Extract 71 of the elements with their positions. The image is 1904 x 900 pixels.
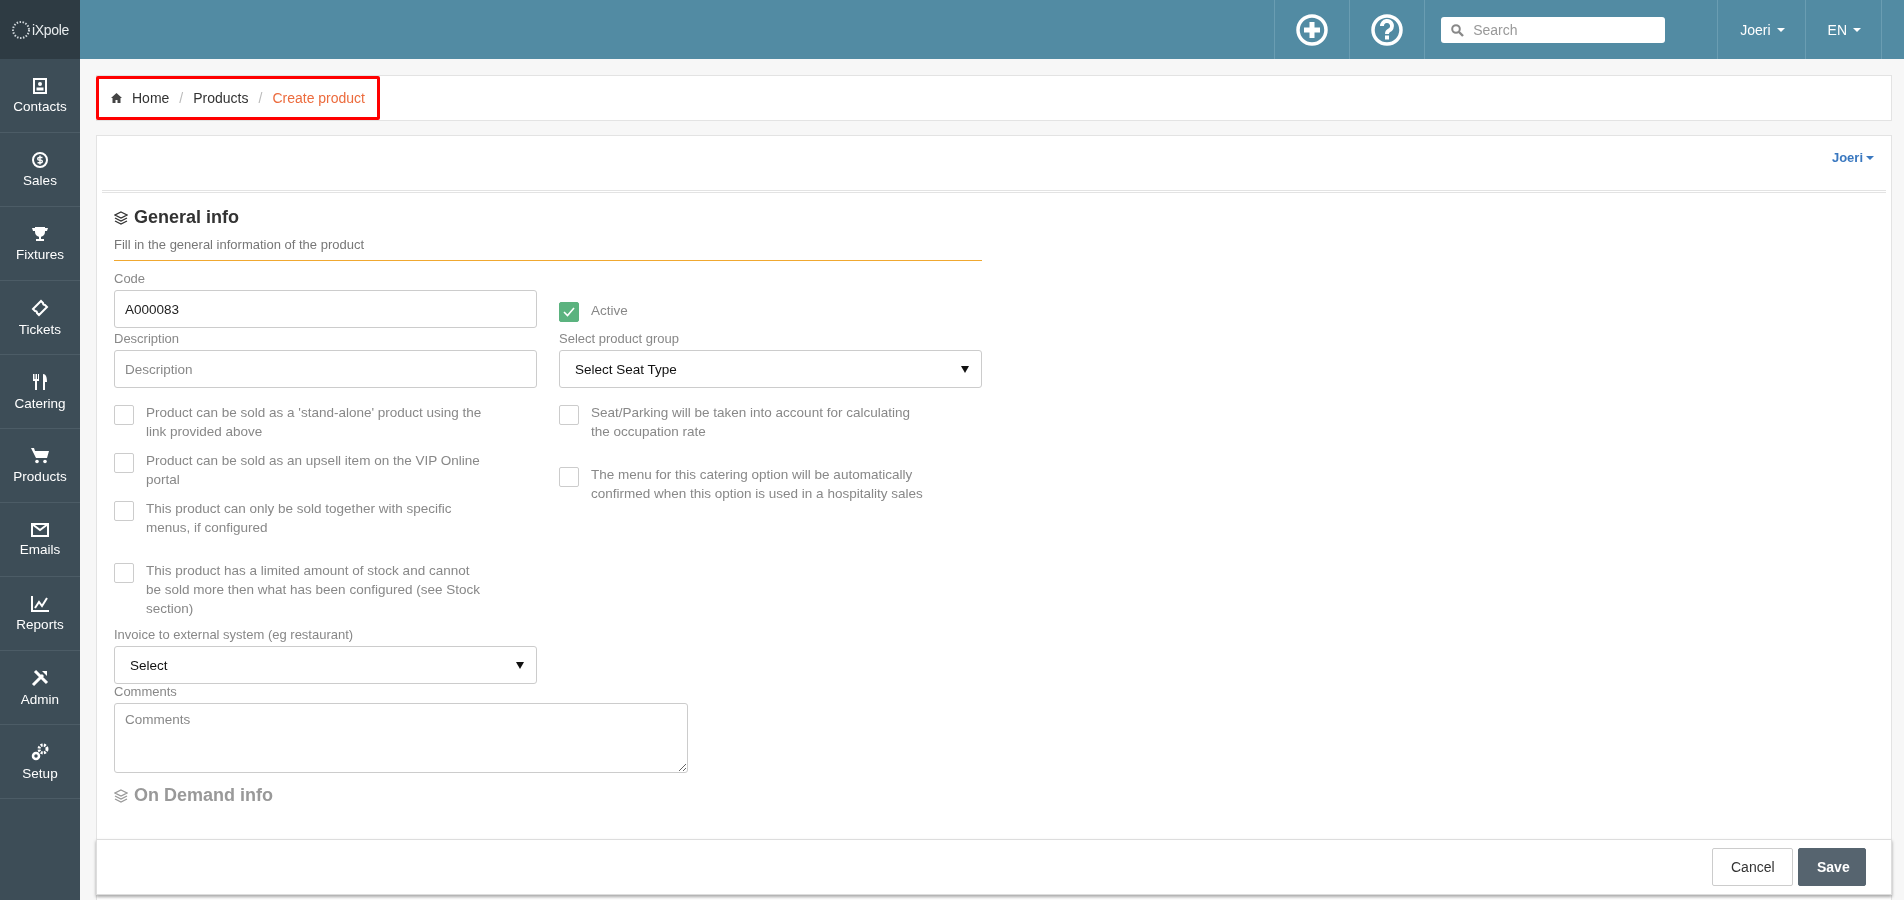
app-logo: iXpole xyxy=(31,21,70,38)
dropdown-arrow-icon xyxy=(961,365,969,373)
checkbox-label: Seat/Parking will be taken into account for calculating the occupation rate xyxy=(591,404,911,441)
checkbox[interactable] xyxy=(559,467,579,487)
home-icon xyxy=(111,93,122,103)
breadcrumb-link[interactable]: Home xyxy=(132,90,170,106)
caret-icon xyxy=(1866,155,1874,160)
search-field[interactable]: Search xyxy=(1441,16,1666,43)
breadcrumb-separator: / xyxy=(258,90,263,106)
section-subtitle: Fill in the general information of the product xyxy=(114,237,982,261)
user-menu[interactable]: Joeri xyxy=(1831,150,1874,165)
checkbox[interactable] xyxy=(114,453,134,473)
field-label: Invoice to external system (eg restaurant) xyxy=(114,627,355,642)
comments-field[interactable]: Comments xyxy=(114,703,688,773)
help-icon[interactable] xyxy=(1371,13,1404,46)
ticket-icon xyxy=(31,298,49,317)
checkbox[interactable] xyxy=(114,563,134,583)
checkbox-label: This product can only be sold together with specific menus, if configured xyxy=(146,500,453,537)
product-group-dropdown[interactable]: Select Seat Type xyxy=(559,350,982,388)
section-title: General info xyxy=(134,207,240,228)
trophy-icon xyxy=(31,225,49,242)
field-label: Code xyxy=(114,271,147,286)
check-icon xyxy=(563,307,575,317)
line-chart-icon xyxy=(31,595,49,612)
code-field[interactable]: A000083 xyxy=(114,290,537,328)
dollar-coin-icon xyxy=(32,151,48,168)
search-icon xyxy=(1451,23,1465,37)
description-field[interactable]: Description xyxy=(114,350,537,388)
sidebar-item[interactable]: Admin xyxy=(0,651,80,725)
add-icon[interactable] xyxy=(1296,13,1329,46)
user-menu[interactable]: Joeri xyxy=(1717,0,1805,59)
dropdown-arrow-icon xyxy=(516,661,524,669)
gears-icon xyxy=(31,742,49,761)
sidebar-item[interactable]: Sales xyxy=(0,133,80,207)
contact-card-icon xyxy=(33,77,47,94)
checkbox-label: This product has a limited amount of stock and cannot be sold more then what has been configured (see Stock section) xyxy=(146,562,481,618)
sidebar-item[interactable]: Contacts xyxy=(0,59,80,133)
sidebar-item[interactable]: Emails xyxy=(0,503,80,577)
checkbox-label: Product can be sold as a 'stand-alone' product using the link provided above xyxy=(146,404,483,441)
checkbox[interactable] xyxy=(114,405,134,425)
field-label: Description xyxy=(114,331,181,346)
breadcrumb-separator: / xyxy=(179,90,184,106)
language-menu[interactable]: EN xyxy=(1804,0,1881,59)
sidebar-item[interactable]: Reports xyxy=(0,577,80,651)
cancel-button[interactable]: Cancel xyxy=(1712,848,1793,886)
sidebar-item[interactable]: Products xyxy=(0,429,80,503)
cart-icon xyxy=(31,447,49,464)
breadcrumb-link[interactable]: Products xyxy=(193,90,249,106)
tools-icon xyxy=(31,668,49,687)
checkbox-label: Active xyxy=(591,302,628,320)
fork-knife-icon xyxy=(32,372,48,391)
checkbox[interactable] xyxy=(114,501,134,521)
logo-dots-icon xyxy=(10,19,31,40)
checkbox[interactable] xyxy=(559,302,579,322)
field-label: Select product group xyxy=(559,331,680,346)
caret-icon xyxy=(1853,27,1861,32)
checkbox[interactable] xyxy=(559,405,579,425)
sidebar-item[interactable]: Catering xyxy=(0,355,80,429)
invoice-dropdown[interactable]: Select xyxy=(114,646,537,684)
save-button[interactable]: Save xyxy=(1798,848,1866,886)
caret-icon xyxy=(1776,27,1785,32)
layers-icon xyxy=(114,210,128,225)
envelope-icon xyxy=(31,522,49,537)
field-label: Comments xyxy=(114,684,178,699)
sidebar-item[interactable]: Fixtures xyxy=(0,207,80,281)
layers-icon xyxy=(114,788,128,803)
sidebar-item[interactable]: Setup xyxy=(0,725,80,799)
checkbox-label: The menu for this catering option will be automatically confirmed when this option is used in a hospitality sales xyxy=(591,466,924,503)
sidebar-item[interactable]: Tickets xyxy=(0,281,80,355)
section-title: On Demand info xyxy=(134,785,273,806)
checkbox-label: Product can be sold as an upsell item on the VIP Online portal xyxy=(146,452,481,489)
